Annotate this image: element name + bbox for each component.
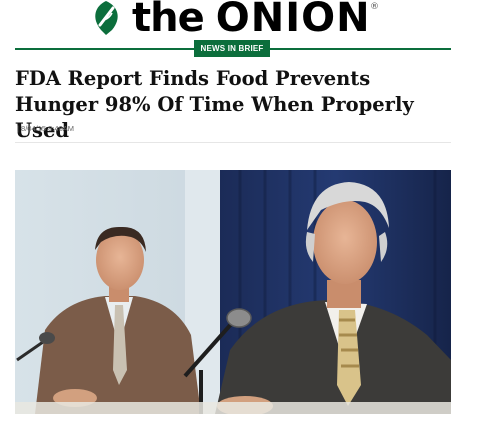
- section-badge-news-in-brief[interactable]: NEWS IN BRIEF: [194, 40, 270, 57]
- article-photo: [15, 170, 451, 414]
- site-masthead: the ONION ®: [0, 0, 502, 40]
- logo-word-onion: ONION: [215, 0, 371, 41]
- site-logo-link[interactable]: the ONION: [86, 0, 371, 40]
- article-headline: FDA Report Finds Food Prevents Hunger 98…: [15, 67, 414, 142]
- logo-word-the: the: [132, 0, 205, 41]
- registered-trademark: ®: [370, 2, 379, 12]
- headline-divider: [15, 142, 451, 143]
- article-dateline: | 8/04/15 8:48AM: [17, 124, 74, 133]
- onion-leaf-icon: [95, 1, 118, 35]
